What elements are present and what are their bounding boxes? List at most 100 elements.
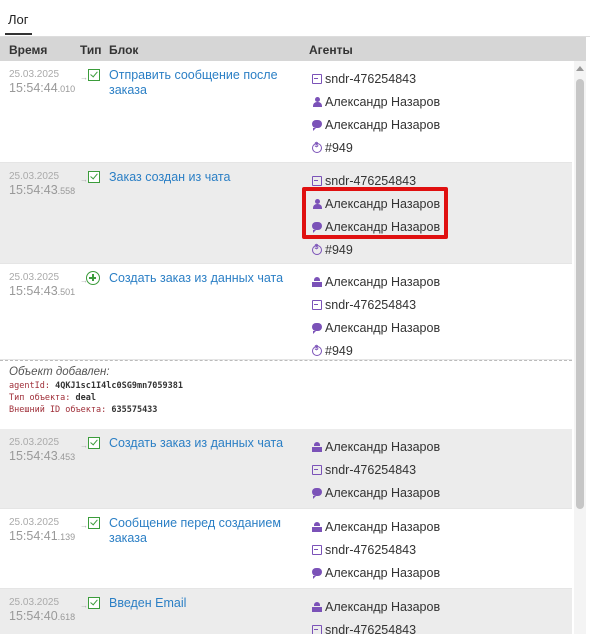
details-value: deal	[75, 393, 97, 403]
agent-item[interactable]: sndr-476254843	[312, 293, 440, 316]
agents-list: Александр Назаров sndr-476254843 Александр…	[312, 515, 440, 584]
details-line: agentId: 4QKJ1sc1I4lc0SG9mn7059381	[9, 380, 572, 392]
scrollbar-thumb[interactable]	[576, 79, 584, 509]
log-time: 15:54:43.453	[9, 449, 75, 463]
col-block: Блок	[109, 43, 139, 57]
details-key: agentId:	[9, 381, 50, 391]
scrollbar[interactable]	[574, 61, 586, 634]
log-time-value: 15:54:43	[9, 449, 58, 463]
agent-label: #949	[325, 242, 353, 257]
log-date: 25.03.2025	[9, 69, 60, 80]
table-header: Время Тип Блок Агенты	[0, 37, 586, 61]
agent-item[interactable]: Александр Назаров	[312, 90, 440, 113]
log-date: 25.03.2025	[9, 272, 60, 283]
chat-icon	[312, 323, 322, 334]
block-link[interactable]: Создать заказ из данных чата	[109, 436, 289, 451]
agent-label: #949	[325, 343, 353, 358]
manager-icon	[312, 521, 322, 532]
person-icon	[312, 96, 322, 107]
agents-list: sndr-476254843 Александр Назаров Александр…	[312, 67, 440, 159]
agent-label: sndr-476254843	[325, 542, 417, 557]
log-time-ms: .501	[57, 287, 76, 297]
checkbox-icon	[88, 69, 100, 81]
arrow-icon: →	[80, 521, 88, 530]
block-link[interactable]: Отправить сообщение после заказа	[109, 68, 289, 98]
chat-icon	[312, 568, 322, 579]
agent-item[interactable]: Александр Назаров	[312, 515, 440, 538]
agent-item[interactable]: #949	[312, 238, 440, 261]
deal-icon	[312, 142, 322, 153]
block-link[interactable]: Сообщение перед созданием заказа	[109, 516, 289, 546]
agent-label: Александр Назаров	[325, 485, 441, 500]
agent-label: Александр Назаров	[325, 320, 441, 335]
block-link[interactable]: Введен Email	[109, 596, 289, 611]
log-row: 25.03.2025 15:54:43.501 → Создать заказ из …	[0, 264, 572, 360]
sender-icon	[312, 299, 322, 310]
details-title: Объект добавлен:	[9, 366, 110, 378]
checkbox-icon	[88, 437, 100, 449]
agent-label: sndr-476254843	[325, 622, 417, 634]
object-added-details: Объект добавлен: agentId: 4QKJ1sc1I4lc0SG…	[0, 360, 572, 429]
log-time: 15:54:43.501	[9, 284, 75, 298]
agent-item[interactable]: Александр Назаров	[312, 481, 440, 504]
block-link[interactable]: Заказ создан из чата	[109, 170, 289, 185]
log-date: 25.03.2025	[9, 517, 60, 528]
agent-label: sndr-476254843	[325, 297, 417, 312]
agent-label: Александр Назаров	[325, 439, 441, 454]
log-time: 15:54:43.558	[9, 183, 75, 197]
checkbox-icon	[88, 517, 100, 529]
log-time-ms: .139	[57, 532, 76, 542]
agent-item[interactable]: #949	[312, 136, 440, 159]
log-time: 15:54:44.010	[9, 81, 75, 95]
agent-item[interactable]: Александр Назаров	[312, 113, 440, 136]
agent-label: sndr-476254843	[325, 71, 417, 86]
log-time-ms: .618	[57, 612, 76, 622]
block-link[interactable]: Создать заказ из данных чата	[109, 271, 289, 286]
add-circle-icon	[86, 271, 100, 285]
log-date: 25.03.2025	[9, 437, 60, 448]
log-type: →	[80, 516, 102, 530]
agent-item[interactable]: #949	[312, 339, 440, 362]
chat-icon	[312, 488, 322, 499]
col-time: Время	[9, 43, 48, 57]
agent-item[interactable]: Александр Назаров	[312, 270, 440, 293]
arrow-icon: →	[80, 441, 88, 450]
log-time-value: 15:54:44	[9, 81, 58, 95]
log-date: 25.03.2025	[9, 597, 60, 608]
agent-item[interactable]: sndr-476254843	[312, 618, 440, 634]
scroll-up-arrow-icon[interactable]	[576, 66, 584, 71]
tab-log[interactable]: Лог	[5, 12, 32, 35]
sender-icon	[312, 624, 322, 634]
log-time-value: 15:54:43	[9, 284, 58, 298]
agent-item[interactable]: sndr-476254843	[312, 67, 440, 90]
log-time-value: 15:54:41	[9, 529, 58, 543]
details-value: 635575433	[111, 405, 158, 415]
agent-item[interactable]: Александр Назаров	[312, 561, 440, 584]
agent-item[interactable]: Александр Назаров	[312, 316, 440, 339]
log-time-ms: .558	[57, 186, 76, 196]
agent-label: Александр Назаров	[325, 274, 441, 289]
agent-item[interactable]: sndr-476254843	[312, 458, 440, 481]
arrow-icon: →	[80, 73, 88, 82]
log-list[interactable]: 25.03.2025 15:54:44.010 → Отправить сообщен…	[0, 61, 586, 634]
sender-icon	[312, 175, 322, 186]
col-type: Тип	[80, 43, 102, 57]
agents-list: Александр Назаров sndr-476254843	[312, 595, 440, 634]
agent-label: Александр Назаров	[325, 519, 441, 534]
sender-icon	[312, 544, 322, 555]
agent-item[interactable]: Александр Назаров	[312, 435, 440, 458]
log-time-value: 15:54:43	[9, 183, 58, 197]
log-row: 25.03.2025 15:54:43.453 → Создать заказ из …	[0, 429, 572, 509]
agent-label: Александр Назаров	[325, 565, 441, 580]
arrow-icon: →	[80, 175, 88, 184]
col-agents: Агенты	[309, 43, 353, 57]
agent-label: sndr-476254843	[325, 173, 417, 188]
log-type: →	[80, 170, 102, 184]
details-value: 4QKJ1sc1I4lc0SG9mn7059381	[55, 381, 184, 391]
log-date: 25.03.2025	[9, 171, 60, 182]
tab-bar: Лог	[0, 0, 590, 37]
agent-item[interactable]: Александр Назаров	[312, 595, 440, 618]
log-type: →	[80, 271, 102, 285]
agent-item[interactable]: sndr-476254843	[312, 538, 440, 561]
sender-icon	[312, 73, 322, 84]
